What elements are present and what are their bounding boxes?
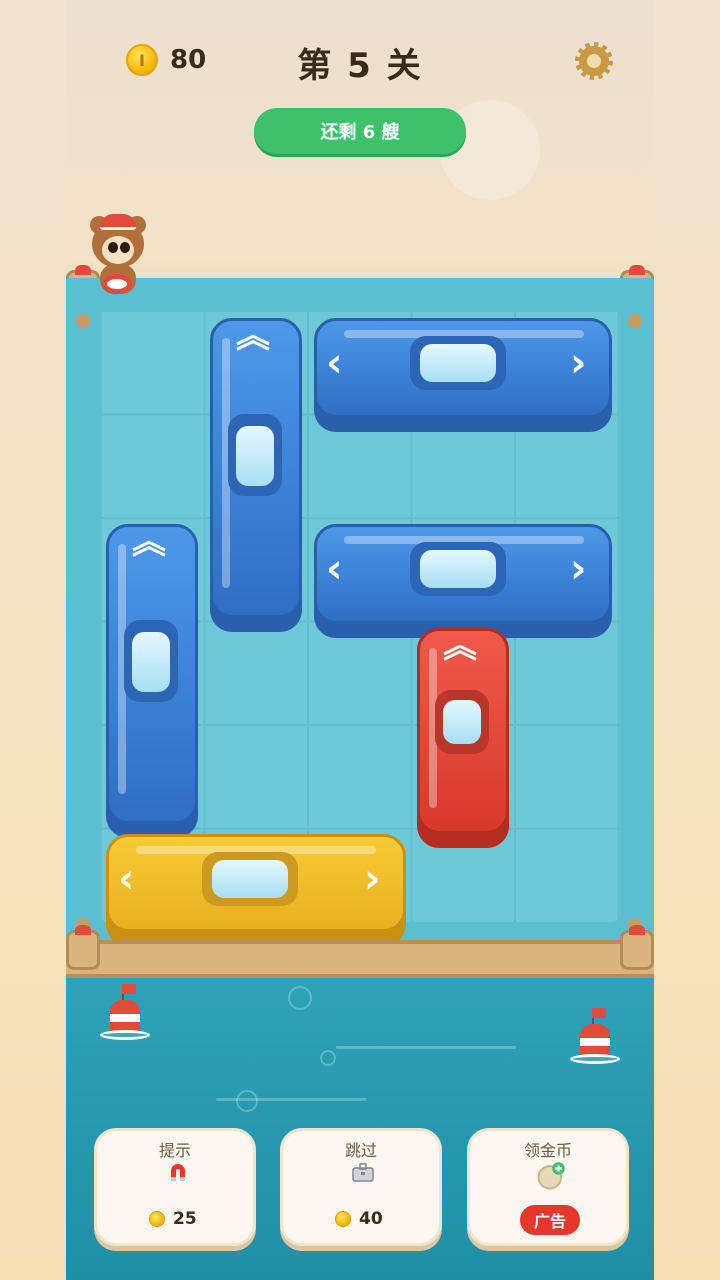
level-title: 第 5 关 xyxy=(297,46,423,86)
boat-window xyxy=(132,632,170,692)
get-coins-button[interactable]: 领金币 广告 xyxy=(467,1128,629,1246)
skip-label: 跳过 xyxy=(344,1141,377,1160)
boat-window xyxy=(420,550,496,588)
skip-cost: 40 xyxy=(335,1209,383,1229)
remaining-boats-badge: 还剩 6 艘 xyxy=(254,108,466,154)
boat-blue-horizontal-1[interactable]: ‹ › xyxy=(314,318,612,432)
boat-window xyxy=(443,700,481,744)
boat-blue-horizontal-2[interactable]: ‹ › xyxy=(314,524,612,638)
bear-mascot xyxy=(88,212,152,298)
boat-window xyxy=(212,860,288,898)
coin-icon: I xyxy=(126,44,158,76)
chevron-left-icon: ‹ xyxy=(326,340,343,386)
coin-plus-icon xyxy=(537,1162,565,1190)
ad-badge: 广告 xyxy=(520,1205,580,1235)
hint-button[interactable]: 提示 25 xyxy=(94,1128,256,1246)
double-chevron-up-icon: ︽ xyxy=(236,316,270,356)
gear-icon[interactable] xyxy=(575,42,613,80)
boat-blue-vertical-2[interactable]: ︽ xyxy=(106,522,198,838)
toolbox-icon xyxy=(352,1163,374,1182)
rivet xyxy=(628,314,642,328)
buoy-left xyxy=(100,984,150,1044)
double-chevron-up-icon: ︽ xyxy=(443,626,477,666)
rivet xyxy=(76,314,90,328)
chevron-right-icon: › xyxy=(364,856,381,902)
coin-icon xyxy=(149,1211,165,1227)
magnet-icon xyxy=(171,1164,185,1181)
hint-cost: 25 xyxy=(149,1209,197,1229)
get-coins-label: 领金币 xyxy=(523,1141,572,1160)
dock-bottom xyxy=(66,940,654,978)
chevron-right-icon: › xyxy=(570,546,587,592)
boat-window xyxy=(236,426,274,486)
coin-icon xyxy=(335,1211,351,1227)
coin-count: 80 xyxy=(170,45,207,75)
chevron-right-icon: › xyxy=(570,340,587,386)
coin-balance: I 80 xyxy=(126,44,206,76)
chevron-left-icon: ‹ xyxy=(118,856,135,902)
boat-yellow-horizontal[interactable]: ‹ › xyxy=(106,834,406,946)
boat-window xyxy=(420,344,496,382)
chevron-left-icon: ‹ xyxy=(326,546,343,592)
buoy-right xyxy=(570,1008,620,1068)
hint-label: 提示 xyxy=(158,1141,191,1160)
dock-post-left-bottom xyxy=(66,925,100,970)
double-chevron-up-icon: ︽ xyxy=(132,522,166,562)
skip-button[interactable]: 跳过 40 xyxy=(280,1128,442,1246)
boat-blue-vertical-1[interactable]: ︽ xyxy=(210,316,302,632)
dock-post-right-bottom xyxy=(620,925,654,970)
boat-red-vertical[interactable]: ︽ xyxy=(417,626,509,848)
